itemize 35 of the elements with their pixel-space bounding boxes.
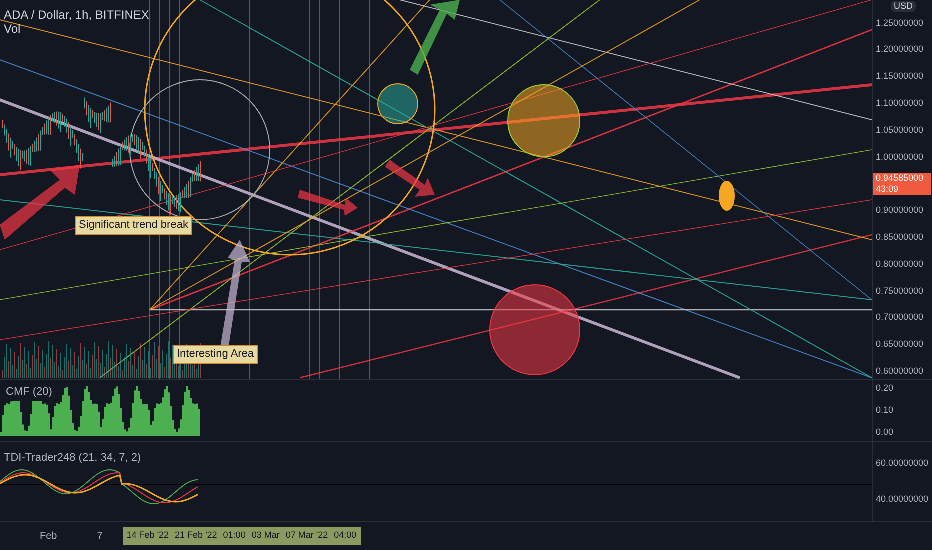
price-tick: 1.15000000: [876, 70, 924, 84]
price-tick: 1.20000000: [876, 43, 924, 56]
time-label: Feb: [40, 530, 58, 544]
range-date-label: 07 Mar '22: [286, 529, 328, 542]
time-label: 7: [97, 530, 103, 544]
tdi-tick: 60.00000000: [876, 457, 930, 470]
current-price: 0.94585000: [876, 173, 925, 184]
price-tick: 0.70000000: [876, 311, 924, 324]
price-tick: 0.60000000: [876, 365, 924, 378]
tdi-title: TDI-Trader248 (21, 34, 7, 2): [4, 451, 142, 466]
price-tick: 0.90000000: [876, 204, 924, 218]
bar-countdown: 43:09: [876, 184, 900, 196]
price-tick: 1.10000000: [876, 97, 924, 110]
cmf-title: CMF (20): [4, 384, 54, 400]
price-tick: 1.05000000: [876, 124, 924, 137]
cmf-tick: 0.20: [876, 382, 895, 395]
cmf-tick: 0.10: [876, 404, 895, 417]
range-date-label: 14 Feb '22: [126, 529, 170, 542]
price-tick: 0.85000000: [876, 231, 924, 244]
chart-title: ADA / Dollar, 1h, BITFINEX: [4, 7, 150, 24]
price-tick: 1.00000000: [876, 150, 924, 164]
annotation-label: Interesting Area: [173, 345, 258, 364]
range-date-label: 03 Mar: [252, 529, 280, 542]
tdi-tick: 40.00000000: [876, 492, 930, 506]
range-date-label: 21 Feb '22: [175, 529, 218, 542]
price-tick: 1.25000000: [876, 16, 924, 30]
annotation-label: Significant trend break: [75, 216, 192, 234]
price-tick: 0.65000000: [876, 338, 924, 352]
range-date-label: 01:00: [223, 529, 246, 542]
range-date-label: 04:00: [334, 529, 357, 542]
price-tick: 0.80000000: [876, 258, 924, 271]
currency-label: USD: [891, 1, 916, 12]
volume-label: Vol: [4, 21, 21, 38]
price-tick: 0.75000000: [876, 284, 924, 298]
cmf-tick: 0.00: [876, 426, 895, 438]
